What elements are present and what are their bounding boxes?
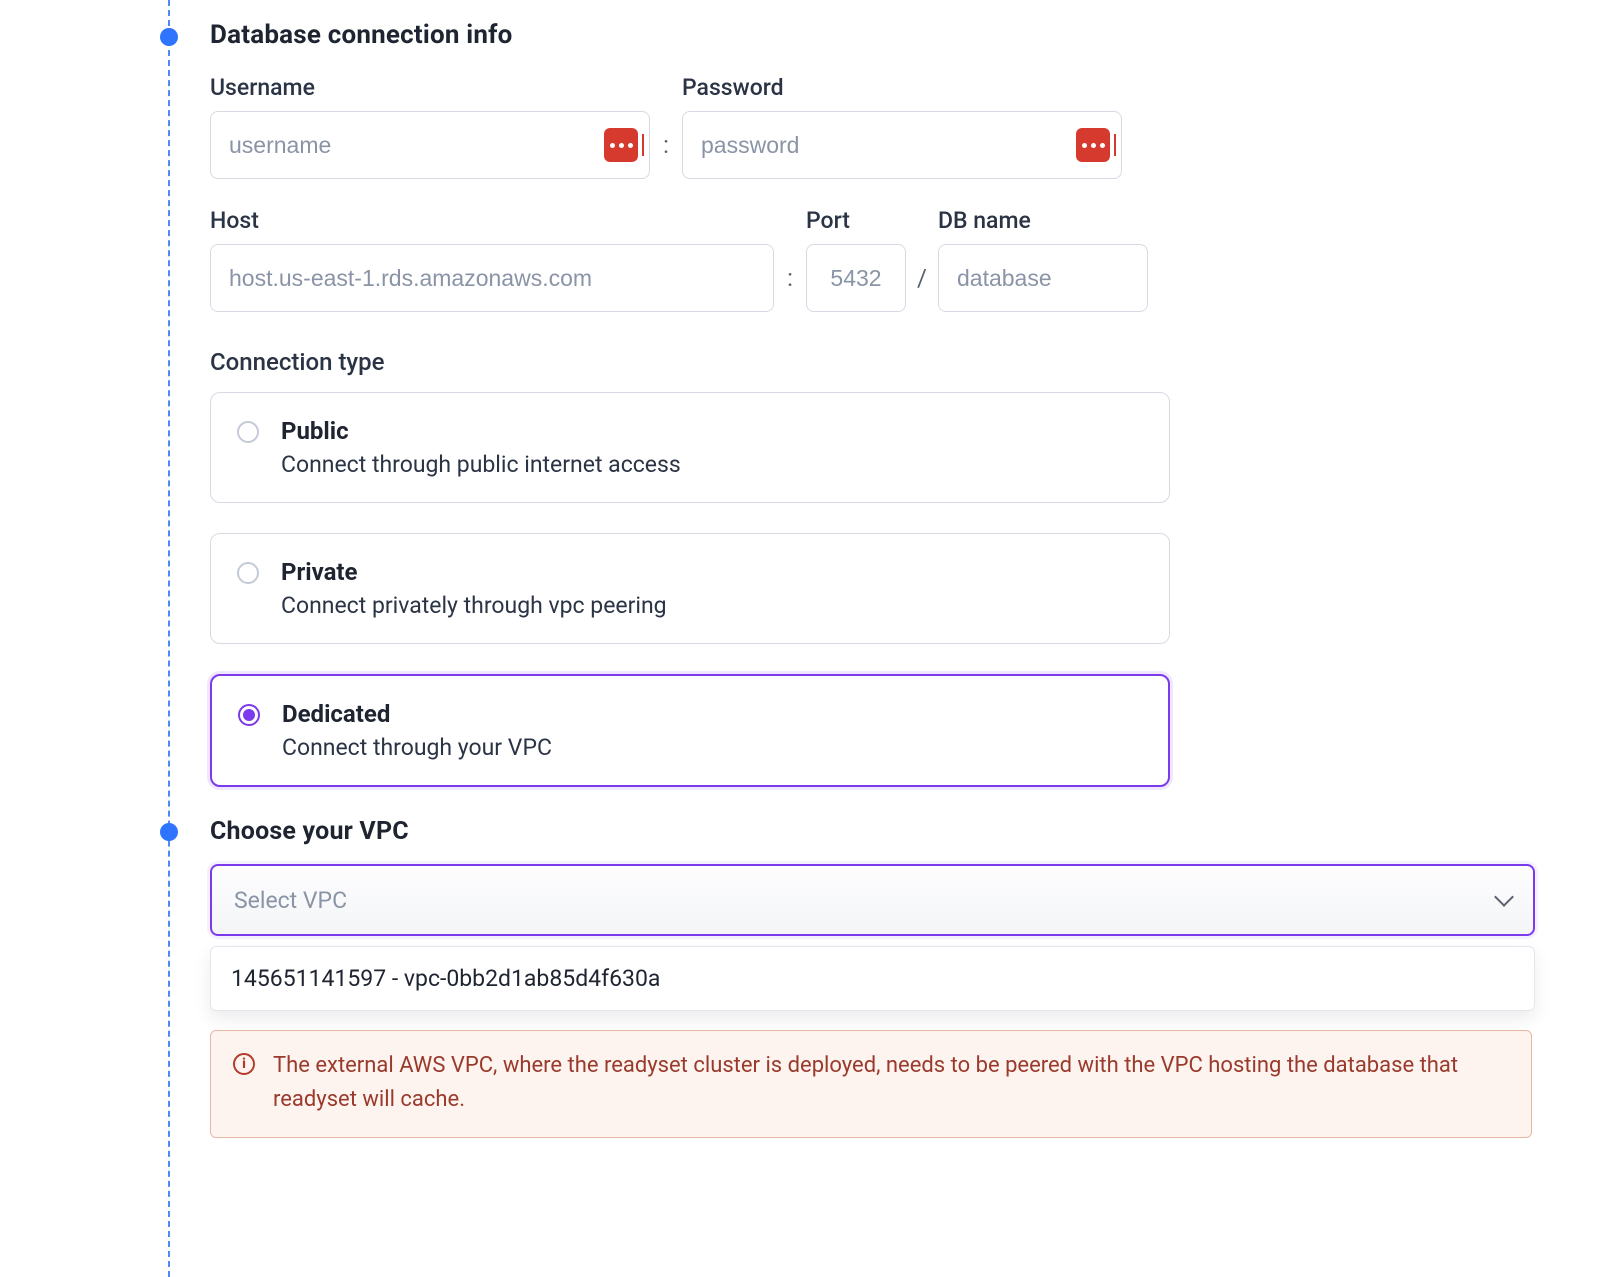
host-input[interactable] — [210, 244, 774, 312]
connection-type-private[interactable]: Private Connect privately through vpc pe… — [210, 533, 1170, 644]
radio-title: Public — [281, 417, 681, 445]
info-icon: i — [233, 1053, 255, 1075]
connection-type-public[interactable]: Public Connect through public internet a… — [210, 392, 1170, 503]
chevron-down-icon — [1494, 887, 1514, 907]
host-port-separator: . : — [774, 207, 806, 312]
radio-desc: Connect privately through vpc peering — [281, 592, 667, 619]
connection-string-row: Host . : Port . / DB name — [210, 207, 1600, 312]
username-label: Username — [210, 74, 650, 101]
radio-desc: Connect through your VPC — [282, 734, 552, 761]
vpc-option[interactable]: 145651141597 - vpc-0bb2d1ab85d4f630a — [231, 965, 1514, 992]
vpc-dropdown: 145651141597 - vpc-0bb2d1ab85d4f630a — [210, 946, 1535, 1011]
cred-separator: . : — [650, 74, 682, 179]
username-field: Username — [210, 74, 650, 179]
password-manager-icon[interactable] — [1076, 128, 1110, 162]
vpc-peering-alert: i The external AWS VPC, where the readys… — [210, 1030, 1532, 1138]
section-title-vpc: Choose your VPC — [210, 817, 1600, 846]
vpc-select[interactable]: Select VPC — [210, 864, 1535, 936]
alert-message: The external AWS VPC, where the readyset… — [273, 1049, 1509, 1117]
port-label: Port — [806, 207, 906, 234]
port-input[interactable] — [806, 244, 906, 312]
timeline-dot — [160, 28, 178, 46]
dbname-label: DB name — [938, 207, 1148, 234]
port-field: Port — [806, 207, 906, 312]
username-input[interactable] — [210, 111, 650, 179]
password-field: Password — [682, 74, 1122, 179]
radio-desc: Connect through public internet access — [281, 451, 681, 478]
connection-type-label: Connection type — [210, 348, 1600, 376]
section-title-db: Database connection info — [210, 20, 1600, 50]
step-choose-vpc: Choose your VPC Select VPC 145651141597 … — [0, 817, 1600, 1138]
radio-title: Private — [281, 558, 667, 586]
timeline-dot — [160, 823, 178, 841]
dbname-input[interactable] — [938, 244, 1148, 312]
credentials-row: Username . : Password — [210, 74, 1600, 179]
radio-icon — [238, 704, 260, 726]
step-db-connection: Database connection info Username . : Pa… — [0, 20, 1600, 787]
dbname-field: DB name — [938, 207, 1148, 312]
host-label: Host — [210, 207, 774, 234]
radio-icon — [237, 421, 259, 443]
connection-type-dedicated[interactable]: Dedicated Connect through your VPC — [210, 674, 1170, 787]
port-db-separator: . / — [906, 207, 938, 312]
password-input[interactable] — [682, 111, 1122, 179]
password-label: Password — [682, 74, 1122, 101]
radio-title: Dedicated — [282, 700, 552, 728]
password-manager-icon[interactable] — [604, 128, 638, 162]
radio-icon — [237, 562, 259, 584]
host-field: Host — [210, 207, 774, 312]
vpc-select-placeholder: Select VPC — [234, 887, 347, 914]
